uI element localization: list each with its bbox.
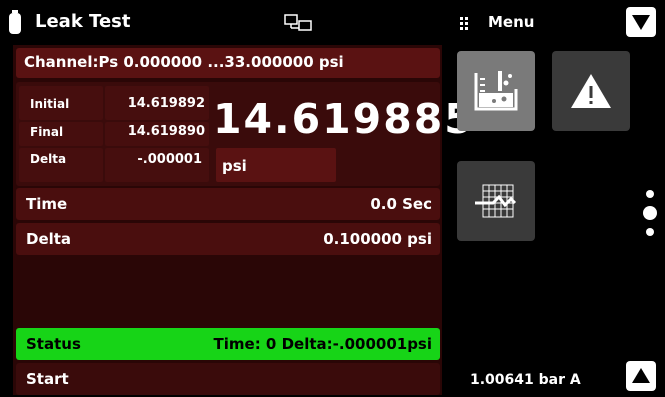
header: Leak Test Menu [0, 0, 665, 44]
status-bar: Status Time: 0 Delta:-.000001psi [16, 328, 440, 360]
scroll-up-button[interactable] [626, 361, 656, 391]
final-value: 14.619890 [127, 124, 205, 139]
warning-tile[interactable] [552, 51, 630, 131]
delta-label: Delta [30, 152, 67, 166]
triangle-down-icon [632, 15, 650, 30]
final-label: Final [30, 125, 64, 139]
leak-test-tile[interactable] [457, 51, 535, 131]
barometer-reading: 1.00641 bar A [470, 372, 581, 388]
time-label: Time [26, 195, 68, 213]
initial-label: Initial [30, 97, 70, 111]
page-title: Leak Test [35, 11, 131, 32]
delta-threshold-label: Delta [26, 230, 72, 248]
warning-icon [571, 74, 611, 108]
cylinder-icon [9, 10, 21, 34]
start-button[interactable]: Start [16, 363, 440, 395]
channel-label: Channel:Ps 0.000000 ...33.000000 psi [24, 53, 344, 71]
chart-tile[interactable] [457, 161, 535, 241]
menu-button[interactable]: Menu [488, 13, 534, 31]
time-row[interactable]: Time 0.0 Sec [16, 188, 440, 220]
triangle-up-icon [632, 368, 650, 383]
remote-connection-icon [284, 14, 312, 31]
leak-test-flask-icon [474, 71, 518, 111]
unit-label: psi [222, 157, 247, 175]
delta-value: -.000001 [137, 152, 202, 167]
chart-grid-icon [475, 184, 517, 218]
scroll-down-button[interactable] [626, 7, 656, 37]
page-indicator[interactable] [642, 187, 658, 239]
initial-value: 14.619892 [127, 96, 205, 111]
status-label: Status [26, 335, 81, 353]
delta-threshold-value: 0.100000 psi [323, 230, 432, 248]
status-value: Time: 0 Delta:-.000001psi [213, 335, 432, 353]
main-pressure-value: 14.619885 [213, 95, 475, 143]
delta-row[interactable]: Delta 0.100000 psi [16, 223, 440, 255]
start-label: Start [26, 370, 69, 388]
grip-dots-icon[interactable] [459, 16, 469, 30]
time-value: 0.0 Sec [370, 195, 432, 213]
